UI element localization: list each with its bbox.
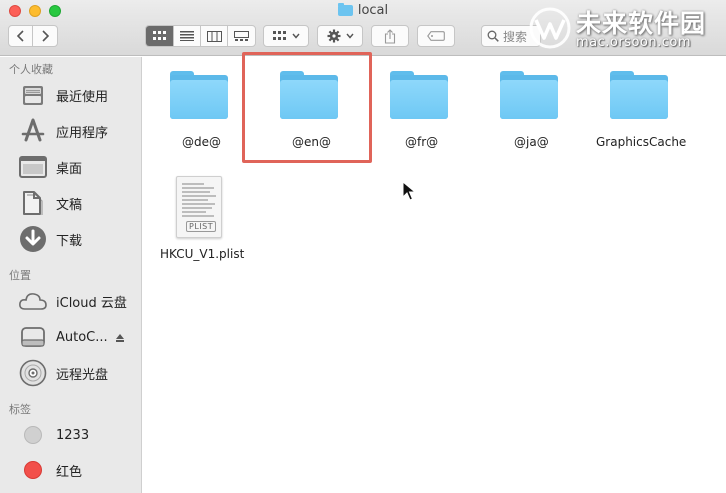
sidebar-item-documents[interactable]: 文稿	[17, 188, 137, 218]
folder-icon[interactable]	[610, 71, 668, 119]
chevron-down-icon	[291, 33, 300, 39]
file-name[interactable]: @fr@	[405, 135, 438, 149]
folder-icon[interactable]	[170, 71, 228, 119]
gallery-view-button[interactable]	[228, 26, 255, 46]
mouse-cursor-icon	[402, 181, 416, 201]
watermark-url: mac.orsoon.com	[576, 35, 692, 50]
sidebar-item-label: iCloud 云盘	[56, 295, 127, 311]
navigation-buttons	[8, 25, 58, 47]
sidebar-item-tag-red[interactable]: 红色	[17, 455, 137, 485]
icloud-icon	[17, 286, 49, 316]
gallery-view-icon	[234, 30, 249, 41]
sidebar-item-label: 1233	[56, 427, 90, 443]
folder-icon[interactable]	[500, 71, 558, 119]
watermark: 未来软件园 mac.orsoon.com	[520, 2, 726, 54]
forward-button[interactable]	[33, 26, 57, 46]
chevron-right-icon	[42, 30, 50, 42]
sidebar-item-label: 下载	[56, 233, 83, 249]
sidebar-heading-tags: 标签	[9, 403, 31, 416]
window-toolbar: local 搜索 未来软件园 mac.orsoon.com	[0, 0, 726, 56]
file-name[interactable]: HKCU_V1.plist	[160, 247, 244, 261]
file-browser-content	[143, 57, 726, 493]
action-dropdown[interactable]	[317, 25, 363, 47]
sidebar-item-label: 桌面	[56, 161, 83, 177]
window-title-text: local	[357, 3, 389, 18]
view-mode-selector	[145, 25, 256, 47]
recents-icon	[17, 80, 49, 110]
sidebar: 个人收藏 最近使用 应用程序 桌面 文稿 下载 位置 iCloud 云盘 Aut…	[0, 57, 142, 493]
sidebar-item-label: 文稿	[56, 197, 83, 213]
sidebar-item-remote-disc[interactable]: 远程光盘	[17, 358, 137, 388]
icon-view-button[interactable]	[146, 26, 174, 46]
sidebar-item-label: 应用程序	[56, 125, 109, 141]
sidebar-item-label: 红色	[56, 464, 83, 480]
tag-icon	[427, 31, 445, 41]
sidebar-item-recents[interactable]: 最近使用	[17, 80, 137, 110]
highlight-box	[242, 52, 372, 163]
folder-icon[interactable]	[390, 71, 448, 119]
list-view-button[interactable]	[174, 26, 201, 46]
edit-tags-button[interactable]	[417, 25, 455, 47]
sidebar-item-label: 远程光盘	[56, 367, 109, 383]
eject-icon[interactable]	[116, 334, 124, 342]
documents-icon	[17, 188, 49, 218]
back-button[interactable]	[9, 26, 34, 46]
chevron-left-icon	[16, 30, 24, 42]
gear-icon	[327, 29, 340, 43]
remote-disc-icon	[17, 358, 49, 388]
sidebar-item-label: 最近使用	[56, 89, 109, 105]
list-view-icon	[180, 31, 194, 41]
sidebar-item-tag-1233[interactable]: 1233	[17, 420, 137, 450]
sidebar-heading-favorites: 个人收藏	[9, 63, 53, 76]
file-name[interactable]: @ja@	[514, 135, 549, 149]
sidebar-item-desktop[interactable]: 桌面	[17, 152, 137, 182]
tag-color-dot-icon	[17, 420, 49, 450]
file-name[interactable]: GraphicsCache	[596, 135, 686, 149]
tag-color-dot-icon	[17, 455, 49, 485]
column-view-button[interactable]	[201, 26, 228, 46]
plist-file-icon[interactable]: PLIST	[176, 176, 222, 238]
sidebar-item-applications[interactable]: 应用程序	[17, 116, 137, 146]
sidebar-item-icloud[interactable]: iCloud 云盘	[17, 286, 137, 316]
share-icon	[384, 28, 396, 44]
icon-view-icon	[152, 31, 166, 40]
applications-icon	[17, 116, 49, 146]
chevron-down-icon	[345, 33, 354, 39]
sidebar-item-downloads[interactable]: 下载	[17, 224, 137, 254]
disk-icon	[17, 322, 49, 352]
sidebar-item-label: AutoC...	[56, 329, 108, 345]
downloads-icon	[17, 224, 49, 254]
share-button[interactable]	[371, 25, 409, 47]
watermark-logo-icon	[529, 7, 571, 49]
file-name[interactable]: @de@	[182, 135, 221, 149]
sidebar-heading-locations: 位置	[9, 269, 31, 282]
group-icon	[272, 31, 286, 40]
plist-badge: PLIST	[186, 221, 217, 232]
group-by-dropdown[interactable]	[263, 25, 309, 47]
desktop-icon	[17, 152, 49, 182]
search-icon	[487, 30, 499, 42]
column-view-icon	[206, 30, 222, 42]
folder-icon	[337, 3, 353, 16]
